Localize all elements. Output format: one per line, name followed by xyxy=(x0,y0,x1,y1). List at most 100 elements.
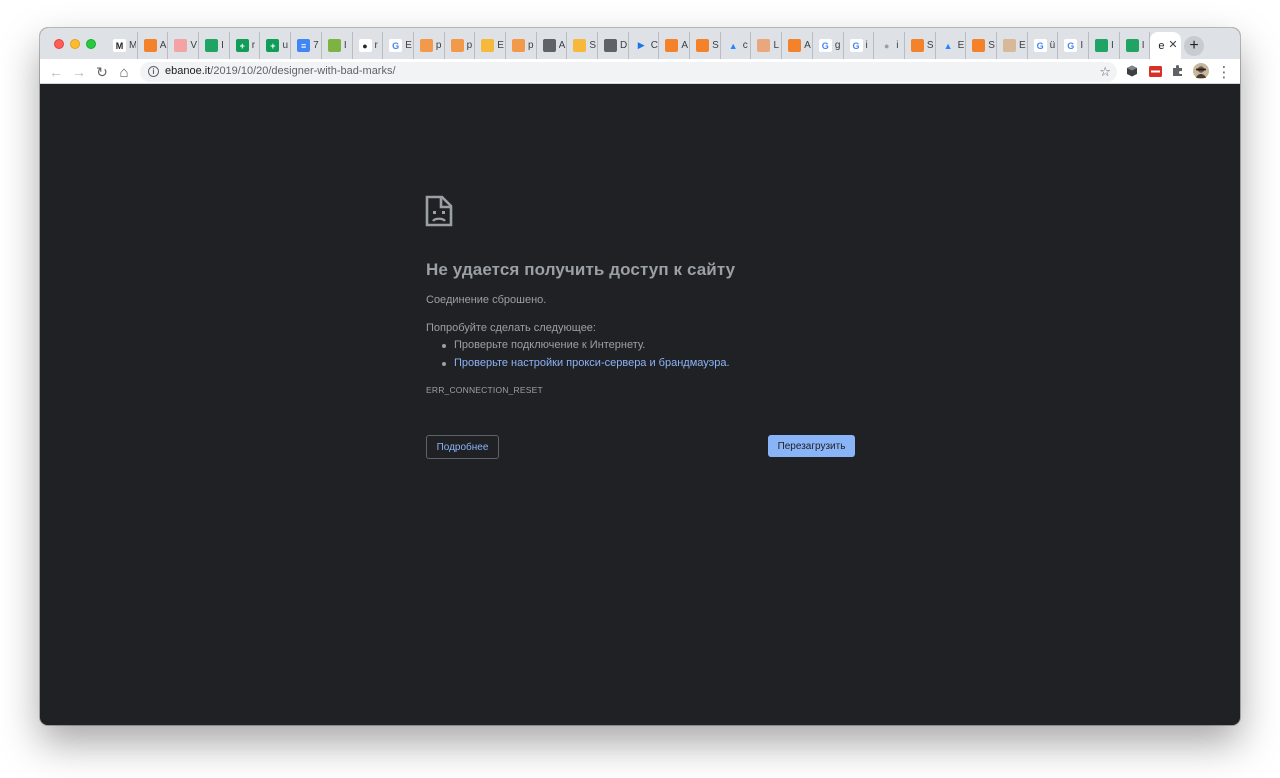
tab[interactable]: E xyxy=(997,32,1028,59)
tab[interactable]: E xyxy=(475,32,506,59)
reload-page-button[interactable]: Перезагрузить xyxy=(768,435,855,457)
google-icon: G xyxy=(1064,39,1078,52)
url-text[interactable]: ebanoe.it/2019/10/20/designer-with-bad-m… xyxy=(165,65,396,77)
tab-title: S xyxy=(712,40,719,51)
tab[interactable]: I xyxy=(1120,32,1151,59)
tab[interactable]: D xyxy=(598,32,629,59)
tab[interactable]: GE xyxy=(383,32,414,59)
tab[interactable]: A xyxy=(659,32,691,59)
sad-page-icon xyxy=(425,195,453,227)
details-button[interactable]: Подробнее xyxy=(426,435,499,459)
tab-title: D xyxy=(620,40,627,51)
tab-title: c xyxy=(742,40,748,51)
tab[interactable]: p xyxy=(414,32,445,59)
bookmark-star-icon[interactable]: ☆ xyxy=(1099,64,1111,80)
tab[interactable]: Gü xyxy=(1028,32,1059,59)
extension-red-icon[interactable] xyxy=(1147,63,1163,79)
figma-icon xyxy=(511,39,525,52)
medium-icon: M xyxy=(113,39,126,52)
tab[interactable]: S xyxy=(905,32,936,59)
profile-avatar-icon[interactable] xyxy=(1192,62,1209,79)
tab[interactable]: ≡ 7 xyxy=(291,32,322,59)
tab[interactable]: V xyxy=(168,32,200,59)
cube-icon xyxy=(481,39,495,52)
tab-title: V xyxy=(190,40,198,51)
tab[interactable]: S xyxy=(966,32,997,59)
tab[interactable]: A xyxy=(138,32,169,59)
tab-title: I xyxy=(1080,40,1084,51)
back-button[interactable]: ← xyxy=(46,62,66,82)
google-icon: G xyxy=(818,39,832,52)
tab[interactable]: I xyxy=(199,32,230,59)
maximize-window-button[interactable] xyxy=(86,39,96,49)
figma-icon xyxy=(450,39,464,52)
tab[interactable]: Gg xyxy=(813,32,844,59)
proxy-settings-link[interactable]: Проверьте настройки прокси-сервера и бра… xyxy=(454,357,730,369)
home-button[interactable]: ⌂ xyxy=(114,62,134,82)
extensions-puzzle-icon[interactable] xyxy=(1170,63,1186,79)
tab[interactable]: p xyxy=(506,32,537,59)
google-drive-icon xyxy=(1095,39,1108,52)
tab[interactable]: p xyxy=(445,32,476,59)
tab[interactable]: GI xyxy=(1058,32,1089,59)
tab[interactable]: ▲ c xyxy=(721,32,752,59)
tab-title: S xyxy=(589,40,596,51)
box-icon xyxy=(665,39,679,52)
error-code: ERR_CONNECTION_RESET xyxy=(426,385,543,395)
tab[interactable]: A xyxy=(782,32,813,59)
tab[interactable]: I xyxy=(1089,32,1120,59)
tab[interactable]: ● r xyxy=(353,32,384,59)
tab-title: E xyxy=(405,40,412,51)
browser-window: M M A V I + r + u ≡ 7 I ● r G Ep p Ep A S D ▶ C A S ▲ c L A Gg Gi ● i S ▲ E… xyxy=(40,28,1240,725)
tab[interactable]: S xyxy=(567,32,598,59)
reload-button[interactable]: ↻ xyxy=(92,62,112,82)
toolbar: ← → ↻ ⌂ i ebanoe.it/2019/10/20/designer-… xyxy=(40,59,1240,84)
tab-icon xyxy=(174,39,188,52)
minimize-window-button[interactable] xyxy=(70,39,80,49)
keys-icon xyxy=(327,39,341,52)
tab-title: 7 xyxy=(313,40,319,51)
tab-title: E xyxy=(1018,40,1026,51)
google-docs-icon: ≡ xyxy=(297,39,311,52)
close-window-button[interactable] xyxy=(54,39,64,49)
tab[interactable]: + r xyxy=(230,32,261,59)
atlassian-icon: ▲ xyxy=(941,39,955,52)
tab-title: I xyxy=(1111,40,1114,51)
tab[interactable]: MM xyxy=(107,32,138,59)
tab[interactable]: Gi xyxy=(844,32,875,59)
tab[interactable]: I xyxy=(322,32,353,59)
error-page: Не удается получить доступ к сайту Соеди… xyxy=(40,84,1240,725)
tab[interactable]: ▲ E xyxy=(936,32,967,59)
avatar-icon xyxy=(1002,39,1016,52)
tab-title: ü xyxy=(1049,40,1056,51)
google-drive-icon xyxy=(205,39,219,52)
suggestion-check-proxy: Проверьте настройки прокси-сервера и бра… xyxy=(442,357,730,375)
tab[interactable]: + u xyxy=(260,32,292,59)
globe-icon xyxy=(604,39,617,52)
google-drive-icon xyxy=(1125,39,1139,52)
tab-title: A xyxy=(159,40,167,51)
new-tab-button[interactable]: + xyxy=(1184,36,1204,56)
apple-icon: ● xyxy=(880,39,894,52)
tab[interactable]: ▶ C xyxy=(629,32,660,59)
tab[interactable]: A xyxy=(537,32,568,59)
url-host: ebanoe.it xyxy=(165,65,211,77)
error-subtitle: Соединение сброшено. xyxy=(426,294,547,306)
address-bar[interactable]: i ebanoe.it/2019/10/20/designer-with-bad… xyxy=(140,62,1117,82)
extension-cube-icon[interactable] xyxy=(1124,63,1140,79)
forward-button[interactable]: → xyxy=(69,62,89,82)
figma-icon xyxy=(419,39,433,52)
tab-title: L xyxy=(773,40,779,51)
google-sheets-icon: + xyxy=(266,39,280,52)
site-info-icon[interactable]: i xyxy=(148,66,159,77)
close-tab-icon[interactable]: ✕ xyxy=(1168,40,1177,51)
tab-title: A xyxy=(804,40,811,51)
tab-title: i xyxy=(865,40,868,51)
tab[interactable]: ● i xyxy=(874,32,905,59)
tab-title: A xyxy=(681,40,689,51)
chrome-menu-icon[interactable]: ⋮ xyxy=(1214,62,1234,82)
google-icon: G xyxy=(849,39,863,52)
tab[interactable]: S xyxy=(690,32,721,59)
tab[interactable]: L xyxy=(751,32,783,59)
tab-active[interactable]: e ✕ xyxy=(1150,32,1182,59)
